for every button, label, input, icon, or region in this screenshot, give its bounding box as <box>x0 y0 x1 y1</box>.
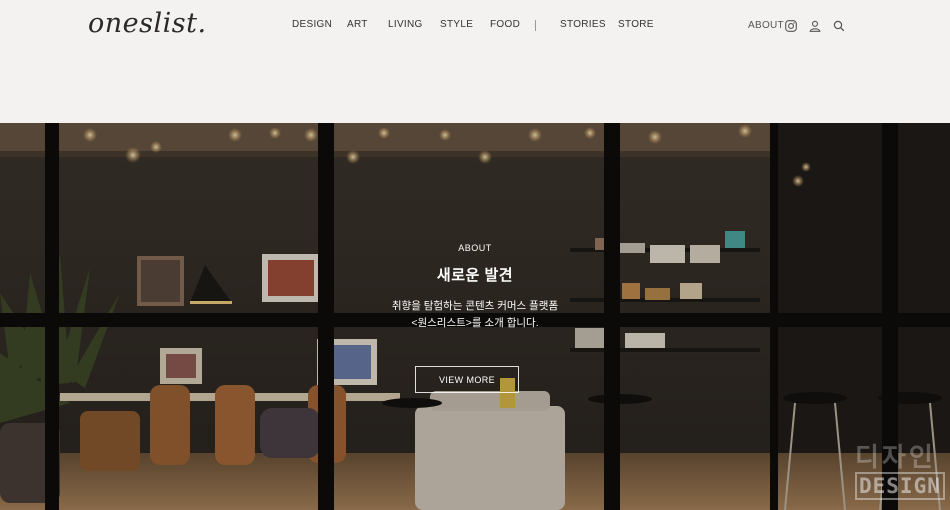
nav-item-design[interactable]: DESIGN <box>292 19 332 30</box>
nav-item-store[interactable]: STORE <box>618 19 654 30</box>
hero-description-line-2: <원스리스트>를 소개 합니다. <box>411 317 539 329</box>
watermark: 디자인 DESIGN <box>855 442 945 500</box>
user-icon[interactable] <box>809 19 821 32</box>
watermark-korean: 디자인 <box>855 442 936 472</box>
hero-description-line-1: 취향을 탐험하는 콘텐츠 커머스 플랫폼 <box>391 300 559 312</box>
hero-description: 취향을 탐험하는 콘텐츠 커머스 플랫폼 <원스리스트>를 소개 합니다. <box>0 298 950 332</box>
hero-overlay: ABOUT 새로운 발견 취향을 탐험하는 콘텐츠 커머스 플랫폼 <원스리스트… <box>0 123 950 510</box>
main-nav: DESIGN ART LIVING STYLE FOOD STORIES STO… <box>0 19 950 33</box>
nav-item-living[interactable]: LIVING <box>388 19 423 30</box>
nav-item-art[interactable]: ART <box>347 19 368 30</box>
nav-item-style[interactable]: STYLE <box>440 19 473 30</box>
hero-title: 새로운 발견 <box>436 267 514 284</box>
nav-item-stories[interactable]: STORIES <box>560 19 606 30</box>
instagram-icon[interactable] <box>785 19 797 32</box>
search-icon[interactable] <box>833 19 845 32</box>
view-more-button[interactable]: VIEW MORE <box>415 366 519 393</box>
about-link[interactable]: ABOUT <box>748 20 784 31</box>
watermark-english: DESIGN <box>855 472 945 500</box>
hero-eyebrow: ABOUT <box>458 243 492 253</box>
nav-divider <box>535 20 536 31</box>
nav-item-food[interactable]: FOOD <box>490 19 520 30</box>
site-header: oneslist. DESIGN ART LIVING STYLE FOOD S… <box>0 0 950 123</box>
